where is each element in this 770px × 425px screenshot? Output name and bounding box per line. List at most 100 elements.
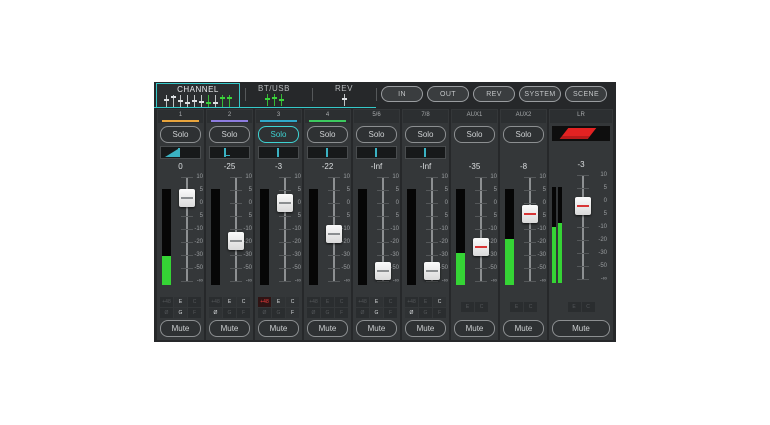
tab-rev[interactable]: REV — [322, 83, 366, 106]
channel-header[interactable]: 1 — [158, 110, 203, 123]
fader-handle[interactable] — [228, 232, 244, 250]
fader-handle[interactable] — [473, 238, 489, 256]
fader-value: 0 — [157, 160, 204, 173]
fader-handle[interactable] — [277, 194, 293, 212]
scale-label: 5 — [486, 187, 497, 193]
pan-control[interactable] — [209, 146, 250, 159]
tab-channel[interactable]: CHANNEL — [156, 83, 240, 108]
channel-header[interactable]: 7/8 — [403, 110, 448, 123]
scale-label: -∞ — [290, 278, 301, 284]
indicator-e: E — [419, 297, 432, 307]
mini-fader-icon — [164, 95, 169, 107]
mute-button[interactable]: Mute — [160, 320, 201, 337]
mute-button[interactable]: Mute — [552, 320, 610, 337]
scale-label: 5 — [486, 213, 497, 219]
mini-fader-icon — [227, 95, 232, 107]
fader-value: -Inf — [402, 160, 449, 173]
tab-label: BT/USB — [248, 84, 300, 94]
fader-handle[interactable] — [326, 225, 342, 243]
mute-button[interactable]: Mute — [209, 320, 250, 337]
pan-control[interactable] — [307, 146, 348, 159]
pan-control[interactable] — [356, 146, 397, 159]
channel-header[interactable]: AUX2 — [501, 110, 546, 123]
pan-control[interactable] — [160, 146, 201, 159]
scale-label: -20 — [388, 239, 399, 245]
indicator-g: G — [174, 308, 187, 318]
scale-label: -20 — [437, 239, 448, 245]
solo-button[interactable]: Solo — [160, 126, 201, 143]
channel-header[interactable]: 4 — [305, 110, 350, 123]
solo-button[interactable]: Solo — [356, 126, 397, 143]
top-button-out[interactable]: OUT — [427, 86, 469, 102]
handle-stripe — [577, 205, 589, 207]
level-meter — [211, 189, 220, 285]
mute-button[interactable]: Mute — [503, 320, 544, 337]
indicator-g: G — [370, 308, 383, 318]
channel-header[interactable]: 3 — [256, 110, 301, 123]
solo-button[interactable]: Solo — [503, 126, 544, 143]
scale-label: 10 — [339, 174, 350, 180]
fader-handle[interactable] — [375, 262, 391, 280]
fader-handle[interactable] — [424, 262, 440, 280]
scale-label: 5 — [339, 213, 350, 219]
handle-stripe — [181, 197, 193, 199]
tab-btusb[interactable]: BT/USB — [248, 83, 300, 106]
scale-label: -10 — [290, 226, 301, 232]
level-meter-fill — [552, 227, 556, 283]
scale-label: 0 — [339, 200, 350, 206]
pan-control[interactable] — [405, 146, 446, 159]
solo-button[interactable]: Solo — [307, 126, 348, 143]
indicator-f: F — [433, 308, 446, 318]
mini-fader-icon — [192, 95, 197, 107]
top-button-scene[interactable]: SCENE — [565, 86, 607, 102]
scale-label: -20 — [596, 237, 607, 243]
scale-label: -50 — [535, 265, 546, 271]
fader-handle[interactable] — [575, 197, 591, 215]
lr-logo — [552, 126, 610, 141]
scale-label: -30 — [388, 252, 399, 258]
channel-strip-aux1: AUX1Solo-3510505-10-20-30-50-∞ECMute — [451, 109, 498, 340]
fader-area: 10505-10-20-30-50-∞ — [255, 173, 302, 294]
indicator-grid: +48ECØGF — [304, 294, 351, 320]
mute-button[interactable]: Mute — [405, 320, 446, 337]
pan-wedge — [165, 149, 178, 157]
fader-handle[interactable] — [522, 205, 538, 223]
mute-button[interactable]: Mute — [258, 320, 299, 337]
channel-header[interactable]: 5/6 — [354, 110, 399, 123]
scale-label: -50 — [596, 263, 607, 269]
indicator-phase: Ø — [405, 308, 418, 318]
top-button-rev[interactable]: REV — [473, 86, 515, 102]
handle-stripe — [426, 270, 438, 272]
scale-label: -30 — [192, 252, 203, 258]
mute-button[interactable]: Mute — [454, 320, 495, 337]
indicator-g: G — [321, 308, 334, 318]
pan-control[interactable] — [258, 146, 299, 159]
tab-label: CHANNEL — [157, 85, 239, 95]
indicator-g: G — [419, 308, 432, 318]
solo-button[interactable]: Solo — [209, 126, 250, 143]
tab-label: REV — [322, 84, 366, 94]
channel-header[interactable]: AUX1 — [452, 110, 497, 123]
fader-handle[interactable] — [179, 189, 195, 207]
scale-label: -∞ — [241, 278, 252, 284]
indicator-f: F — [384, 308, 397, 318]
fader-area: 10505-10-20-30-50-∞ — [549, 171, 613, 294]
level-meter — [505, 189, 514, 285]
tab-separator — [245, 88, 246, 101]
level-meter — [407, 189, 416, 285]
top-button-in[interactable]: IN — [381, 86, 423, 102]
solo-button[interactable]: Solo — [454, 126, 495, 143]
mute-button[interactable]: Mute — [356, 320, 397, 337]
pan-marker — [375, 148, 377, 157]
scale-label: 5 — [596, 211, 607, 217]
solo-button[interactable]: Solo — [258, 126, 299, 143]
top-button-system[interactable]: SYSTEM — [519, 86, 561, 102]
mute-button[interactable]: Mute — [307, 320, 348, 337]
channel-header[interactable]: LR — [550, 110, 612, 123]
scale-label: 5 — [596, 185, 607, 191]
indicator-c: C — [188, 297, 201, 307]
channel-header[interactable]: 2 — [207, 110, 252, 123]
solo-button[interactable]: Solo — [405, 126, 446, 143]
scale-label: -∞ — [339, 278, 350, 284]
channel-label: AUX2 — [501, 110, 546, 121]
